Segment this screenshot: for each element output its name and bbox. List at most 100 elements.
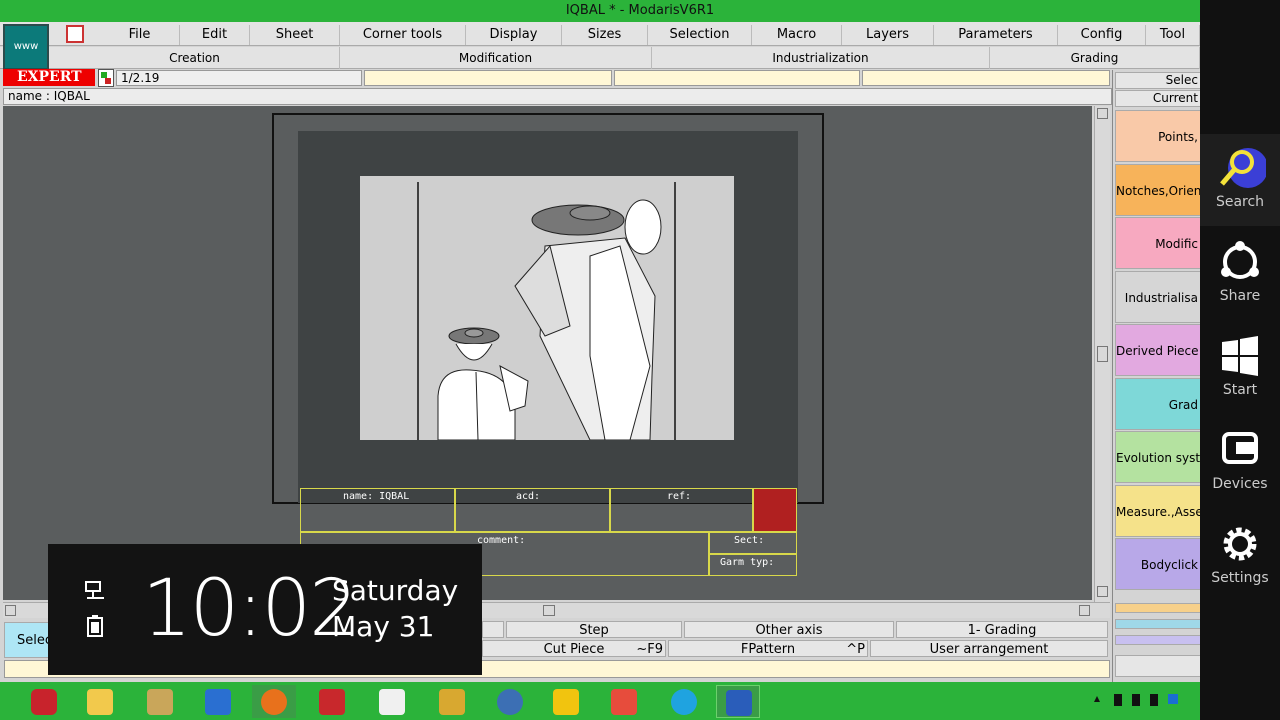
status-field-2 xyxy=(614,70,860,86)
panel-item-1[interactable]: Notches,Orien xyxy=(1115,163,1201,216)
menu-display[interactable]: Display xyxy=(466,25,562,45)
charms-bar: Search Share Start Devices Settings xyxy=(1200,0,1280,720)
tray-volume-icon[interactable] xyxy=(1150,694,1158,706)
tray-network-icon[interactable] xyxy=(1114,694,1122,706)
firefox-button[interactable] xyxy=(252,685,296,718)
other-axis-dropdown[interactable]: Other axis xyxy=(684,621,894,638)
www-button[interactable]: www xyxy=(3,24,49,70)
app-button-7[interactable] xyxy=(544,685,588,718)
version-field: 1/2.19 xyxy=(116,70,362,86)
charm-search[interactable]: Search xyxy=(1200,146,1280,210)
panel-item-6[interactable]: Evolution syst xyxy=(1115,431,1201,483)
imported-image[interactable] xyxy=(360,176,734,441)
app-button-8[interactable] xyxy=(602,685,646,718)
panel-item-2[interactable]: Modific xyxy=(1115,217,1201,269)
status-field-3 xyxy=(862,70,1110,86)
clock-day: Saturday xyxy=(332,574,459,607)
submenu-creation[interactable]: Creation xyxy=(50,47,340,69)
menu-macro[interactable]: Macro xyxy=(752,25,842,45)
mini-bar-2[interactable] xyxy=(1115,619,1201,629)
mini-bar-1[interactable] xyxy=(1115,603,1201,613)
cartouche-sect-label: Sect: xyxy=(734,535,765,546)
lectra-logo-icon[interactable] xyxy=(66,25,84,43)
panel-item-0[interactable]: Points, xyxy=(1115,110,1201,162)
menu-file[interactable]: File xyxy=(100,25,180,45)
menu-sheet[interactable]: Sheet xyxy=(250,25,340,45)
app-button-6[interactable] xyxy=(488,685,532,718)
charm-share-label: Share xyxy=(1219,288,1261,304)
app-button-2[interactable] xyxy=(196,685,240,718)
cartouche-name-label: name: IQBAL xyxy=(343,491,410,502)
hscroll-thumb[interactable] xyxy=(543,605,555,616)
vertical-scrollbar[interactable] xyxy=(1094,106,1110,606)
app-button-5[interactable] xyxy=(430,685,474,718)
submenu-industrialization[interactable]: Industrialization xyxy=(652,47,990,69)
lock-clock-overlay: 10:02 Saturday May 31 xyxy=(48,544,482,675)
cartouche-comment-label: comment: xyxy=(477,535,526,546)
fpattern-button[interactable]: FPattern ^P xyxy=(668,640,868,657)
modaris-button[interactable] xyxy=(716,685,760,718)
charm-start[interactable]: Start xyxy=(1200,334,1280,398)
menu-edit[interactable]: Edit xyxy=(180,25,250,45)
app-button-4[interactable] xyxy=(370,685,414,718)
system-tray[interactable] xyxy=(1090,694,1190,708)
cartouche-acd-label: acd: xyxy=(516,491,541,502)
function-panel: Selec Current Points, Notches,Orien Modifi… xyxy=(1112,70,1201,682)
scroll-down-icon[interactable] xyxy=(1097,586,1108,597)
dropdown-1[interactable] xyxy=(482,621,504,638)
cartouche-sect: Sect: xyxy=(709,532,797,554)
app-button-3[interactable] xyxy=(310,685,354,718)
selec-header[interactable]: Selec xyxy=(1115,72,1201,89)
step-dropdown[interactable]: Step xyxy=(506,621,682,638)
charm-devices[interactable]: Devices xyxy=(1200,428,1280,492)
menu-sizes[interactable]: Sizes xyxy=(562,25,648,45)
fpattern-label: FPattern xyxy=(740,642,796,657)
piece-name-bar: name : IQBAL xyxy=(3,88,1112,105)
cartouche-ref: ref: xyxy=(610,488,753,532)
submenu-grading[interactable]: Grading xyxy=(990,47,1200,69)
panel-item-8[interactable]: Bodyclick xyxy=(1115,538,1201,590)
tray-expand-icon[interactable] xyxy=(1094,694,1100,702)
scroll-up-icon[interactable] xyxy=(1097,108,1108,119)
skype-button[interactable] xyxy=(662,685,706,718)
cut-piece-button[interactable]: Cut Piece ~F9 xyxy=(482,640,666,657)
expert-badge: EXPERT xyxy=(3,69,95,86)
taskbar xyxy=(0,682,1200,720)
grading-dropdown[interactable]: 1- Grading xyxy=(896,621,1108,638)
fpattern-shortcut: ^P xyxy=(846,642,865,657)
charm-share[interactable]: Share xyxy=(1200,240,1280,304)
title-bar: IQBAL * - ModarisV6R1 xyxy=(0,0,1280,22)
cartouche-logo xyxy=(753,488,797,532)
power-button[interactable] xyxy=(22,685,66,718)
devices-icon xyxy=(1222,432,1258,464)
battery-icon xyxy=(87,615,103,637)
cartouche-ref-label: ref: xyxy=(667,491,692,502)
cartouche-acd: acd: xyxy=(455,488,610,532)
share-icon xyxy=(1221,241,1259,279)
mini-bar-3[interactable] xyxy=(1115,635,1201,645)
submenu-modification[interactable]: Modification xyxy=(340,47,652,69)
tray-battery-icon[interactable] xyxy=(1132,694,1140,706)
menu-tool[interactable]: Tool xyxy=(1146,25,1200,45)
scroll-right-icon[interactable] xyxy=(1079,605,1090,616)
menu-corner-tools[interactable]: Corner tools xyxy=(340,25,466,45)
scroll-left-icon[interactable] xyxy=(5,605,16,616)
menu-config[interactable]: Config xyxy=(1058,25,1146,45)
app-button-1[interactable] xyxy=(138,685,182,718)
tray-dropbox-icon[interactable] xyxy=(1168,694,1178,704)
user-arrangement-button[interactable]: User arrangement xyxy=(870,640,1108,657)
panel-item-5[interactable]: Grad xyxy=(1115,377,1201,430)
panel-item-3[interactable]: Industrialisa xyxy=(1115,270,1201,323)
panel-item-4[interactable]: Derived Piece xyxy=(1115,324,1201,376)
current-header[interactable]: Current xyxy=(1115,90,1201,107)
file-explorer-button[interactable] xyxy=(78,685,122,718)
document-icon[interactable] xyxy=(98,69,114,87)
mini-controls[interactable] xyxy=(1115,655,1201,677)
clock-date: May 31 xyxy=(332,610,435,643)
menu-selection[interactable]: Selection xyxy=(648,25,752,45)
scroll-thumb[interactable] xyxy=(1097,346,1108,362)
panel-item-7[interactable]: Measure.,Asse xyxy=(1115,484,1201,537)
charm-settings[interactable]: Settings xyxy=(1200,522,1280,586)
menu-layers[interactable]: Layers xyxy=(842,25,934,45)
menu-parameters[interactable]: Parameters xyxy=(934,25,1058,45)
